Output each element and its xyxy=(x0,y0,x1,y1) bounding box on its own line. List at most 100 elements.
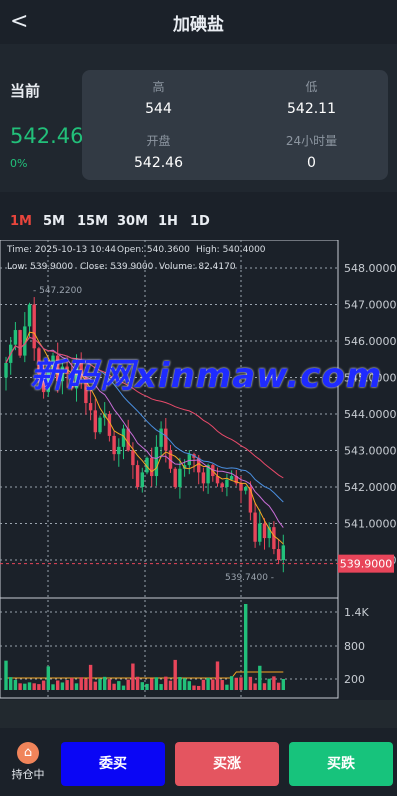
volume-bar xyxy=(159,684,163,690)
volume-bar xyxy=(206,677,210,690)
volume-bar xyxy=(9,677,13,690)
candle-body xyxy=(140,472,144,487)
volume-bar xyxy=(117,681,121,690)
volume-bar xyxy=(145,683,149,690)
volume-bar xyxy=(51,684,55,690)
tab-30m[interactable]: 30M xyxy=(117,214,148,229)
stat-open-value: 542.46 xyxy=(134,155,183,171)
volume-bar xyxy=(187,681,191,690)
separator xyxy=(0,700,397,728)
tab-5m[interactable]: 5M xyxy=(43,214,65,229)
volume-bar xyxy=(46,666,50,690)
max-price-marker: - 547.2200 xyxy=(33,286,82,296)
candle-body xyxy=(258,523,262,542)
buy-up-button[interactable]: 买涨 xyxy=(175,742,279,786)
candle-body xyxy=(126,428,130,451)
tab-1h[interactable]: 1H xyxy=(158,214,178,229)
price-axis-label: 544.0000 xyxy=(344,408,397,421)
volume-bar xyxy=(197,685,201,690)
volume-axis-label: 800 xyxy=(344,640,365,653)
tab-15m[interactable]: 15M xyxy=(77,214,108,229)
volume-bar xyxy=(267,678,271,690)
candle-body xyxy=(173,468,177,487)
tab-1d[interactable]: 1D xyxy=(190,214,210,229)
volume-bar xyxy=(23,683,27,690)
stats-card: 高 544 低 542.11 开盘 542.46 24小时量 0 xyxy=(82,70,388,180)
candle-body xyxy=(178,468,182,487)
limit-buy-button[interactable]: 委买 xyxy=(61,742,165,786)
volume-bar xyxy=(103,676,107,690)
current-price: 542.46 xyxy=(10,124,84,148)
price-axis-label: 546.0000 xyxy=(344,335,397,348)
stat-high-label: 高 xyxy=(152,80,165,94)
buy-down-button[interactable]: 买跌 xyxy=(289,742,393,786)
candle-body xyxy=(112,435,116,455)
stat-open-label: 开盘 xyxy=(146,134,171,148)
stat-low-value: 542.11 xyxy=(287,101,336,117)
price-axis-label: 548.0000 xyxy=(344,262,397,275)
volume-bar xyxy=(150,678,154,690)
volume-bar xyxy=(154,677,159,690)
volume-bar xyxy=(41,680,46,690)
volume-bar xyxy=(13,679,18,690)
candle-body xyxy=(225,479,229,487)
price-axis-label: 542.0000 xyxy=(344,481,397,494)
candle-body xyxy=(27,304,32,327)
volume-bar xyxy=(281,679,285,690)
volume-bar xyxy=(107,679,112,690)
home-icon: ⌂ xyxy=(17,742,39,764)
volume-bar xyxy=(88,664,93,690)
volume-bar xyxy=(182,678,187,690)
page-title: 加碘盐 xyxy=(173,15,224,35)
change-percent: 0% xyxy=(10,157,28,170)
volume-bar xyxy=(239,677,243,690)
volume-bar xyxy=(262,683,267,690)
volume-bar xyxy=(220,680,224,690)
candle-body xyxy=(88,403,93,411)
volume-bar xyxy=(4,660,8,690)
current-price-label: 539.9000 xyxy=(340,558,393,571)
kline-svg: 548.0000547.0000546.0000545.0000544.0000… xyxy=(0,240,397,699)
kline-chart[interactable]: 548.0000 547.0000 546.0000 545.0000 544.0000… xyxy=(0,240,397,700)
stat-volume-value: 0 xyxy=(307,155,316,171)
holdings-button[interactable]: ⌂ 持仓中 xyxy=(6,742,50,782)
volume-bar xyxy=(93,681,97,690)
volume-bar xyxy=(84,678,88,690)
price-axis-label: 543.0000 xyxy=(344,445,397,458)
volume-bar xyxy=(27,682,32,690)
volume-bar xyxy=(121,685,126,690)
candle-body xyxy=(220,483,224,487)
volume-bar xyxy=(258,665,262,690)
volume-bar xyxy=(173,659,177,690)
candle-body xyxy=(272,527,276,550)
candle-body xyxy=(281,545,285,560)
candle-body xyxy=(276,549,281,560)
price-axis-label: 547.0000 xyxy=(344,299,397,312)
min-price-marker: 539.7400 - xyxy=(225,573,274,583)
volume-bar xyxy=(37,684,41,690)
volume-bar xyxy=(112,683,116,690)
volume-bar xyxy=(234,677,238,690)
volume-bar xyxy=(248,676,253,690)
candle-body xyxy=(262,523,267,539)
volume-bar xyxy=(60,682,65,690)
holdings-label: 持仓中 xyxy=(11,768,45,781)
info-time: Time: 2025-10-13 10:44 xyxy=(7,245,117,255)
volume-bar xyxy=(79,677,83,690)
current-label: 当前 xyxy=(10,82,41,100)
info-low: Low: 539.9000 xyxy=(7,262,74,272)
candle-body xyxy=(135,465,140,487)
price-axis-label: 541.0000 xyxy=(344,518,397,531)
volume-bar xyxy=(229,676,234,690)
volume-bar xyxy=(225,684,229,690)
volume-bar xyxy=(131,663,135,690)
volume-bar xyxy=(18,683,22,690)
volume-bar xyxy=(178,677,182,690)
volume-bar xyxy=(70,677,74,690)
volume-bar xyxy=(211,679,215,690)
info-close: Close: 539.9000 xyxy=(80,262,154,272)
stat-low-label: 低 xyxy=(305,80,318,94)
candle-body xyxy=(117,446,121,455)
tab-1m[interactable]: 1M xyxy=(10,214,32,229)
quote-panel: 当前 542.46 0% 高 544 低 542.11 开盘 542.46 24… xyxy=(0,44,397,192)
